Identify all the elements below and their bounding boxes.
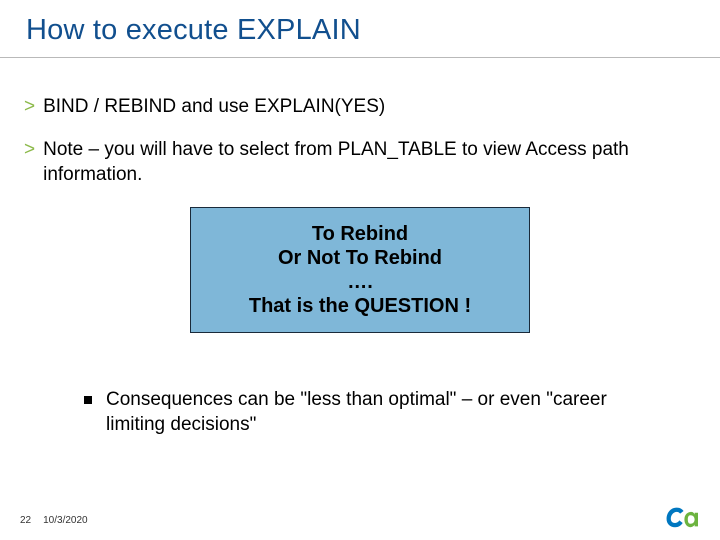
slide-title: How to execute EXPLAIN (26, 14, 694, 47)
slide: How to execute EXPLAIN > BIND / REBIND a… (0, 0, 720, 540)
footer-date: 10/3/2020 (43, 515, 88, 526)
callout-line: Or Not To Rebind (199, 246, 521, 270)
bullet-item: > BIND / REBIND and use EXPLAIN(YES) (24, 94, 696, 119)
slide-body: > BIND / REBIND and use EXPLAIN(YES) > N… (0, 58, 720, 437)
bullet-text: Note – you will have to select from PLAN… (43, 137, 696, 187)
ca-logo-icon (664, 504, 698, 530)
footer: 22 10/3/2020 (20, 515, 88, 526)
sub-bullet-text: Consequences can be "less than optimal" … (106, 387, 696, 437)
bullet-marker: > (24, 94, 35, 119)
title-bar: How to execute EXPLAIN (0, 0, 720, 57)
bullet-item: > Note – you will have to select from PL… (24, 137, 696, 187)
callout-line: …. (199, 270, 521, 294)
sub-bullet-item: Consequences can be "less than optimal" … (84, 387, 696, 437)
callout-box: To Rebind Or Not To Rebind …. That is th… (190, 207, 530, 333)
bullet-text: BIND / REBIND and use EXPLAIN(YES) (43, 94, 696, 119)
callout-line: That is the QUESTION ! (199, 294, 521, 318)
square-bullet-icon (84, 396, 92, 404)
bullet-marker: > (24, 137, 35, 187)
callout-line: To Rebind (199, 222, 521, 246)
page-number: 22 (20, 515, 31, 526)
